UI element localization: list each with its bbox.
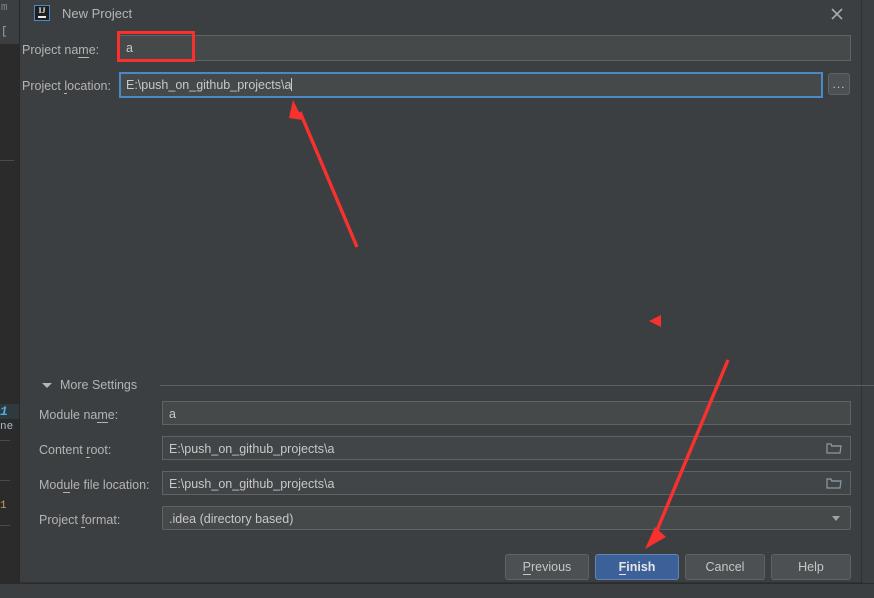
project-location-value: E:\push_on_github_projects\a xyxy=(126,78,292,92)
module-name-label: Module name: xyxy=(39,408,119,423)
more-settings-section-header[interactable]: More Settings xyxy=(42,378,874,393)
project-location-label: Project location: xyxy=(22,79,111,94)
content-root-field[interactable]: E:\push_on_github_projects\a xyxy=(162,436,851,460)
project-location-browse-button[interactable]: ... xyxy=(828,73,850,95)
intellij-idea-icon-letters: IJ xyxy=(38,6,46,15)
background-status-bar xyxy=(0,583,874,598)
background-tab-fragment: [ xyxy=(1,26,8,38)
help-button[interactable]: Help xyxy=(771,554,851,580)
background-text-fragment: m xyxy=(1,2,8,14)
more-settings-separator xyxy=(160,385,874,386)
project-format-combobox[interactable]: .idea (directory based) xyxy=(162,506,851,530)
project-location-field[interactable]: E:\push_on_github_projects\a xyxy=(119,72,823,98)
project-name-field[interactable]: a xyxy=(119,35,851,61)
close-icon[interactable] xyxy=(826,3,848,25)
text-caret xyxy=(291,78,293,91)
background-text-fragment: 1 xyxy=(0,404,8,419)
background-text-fragment: ne xyxy=(0,421,14,433)
folder-icon[interactable] xyxy=(826,441,842,455)
project-format-label: Project format: xyxy=(39,513,121,528)
background-text-fragment: 1 xyxy=(0,500,7,512)
module-file-location-field[interactable]: E:\push_on_github_projects\a xyxy=(162,471,851,495)
dialog-title: New Project xyxy=(62,6,133,21)
chevron-down-icon[interactable] xyxy=(829,512,843,526)
background-divider xyxy=(0,525,10,526)
module-file-location-label: Module file location: xyxy=(39,478,150,493)
background-divider xyxy=(0,160,14,161)
triangle-down-icon[interactable] xyxy=(42,383,52,388)
previous-button[interactable]: Previous xyxy=(505,554,589,580)
finish-button[interactable]: Finish xyxy=(595,554,679,580)
project-name-label: Project name: xyxy=(22,43,100,58)
folder-icon[interactable] xyxy=(826,476,842,490)
intellij-idea-icon: IJ xyxy=(34,5,50,21)
background-divider xyxy=(0,480,10,481)
new-project-dialog: IJ New Project Project name: a Project l… xyxy=(20,0,874,583)
dialog-title-bar[interactable]: IJ New Project xyxy=(20,0,862,28)
background-editor xyxy=(0,0,20,583)
intellij-idea-icon-bar xyxy=(38,16,46,18)
background-divider xyxy=(0,440,10,441)
content-root-label: Content root: xyxy=(39,443,112,458)
cancel-button[interactable]: Cancel xyxy=(685,554,765,580)
more-settings-label: More Settings xyxy=(60,378,138,392)
module-name-field[interactable]: a xyxy=(162,401,851,425)
